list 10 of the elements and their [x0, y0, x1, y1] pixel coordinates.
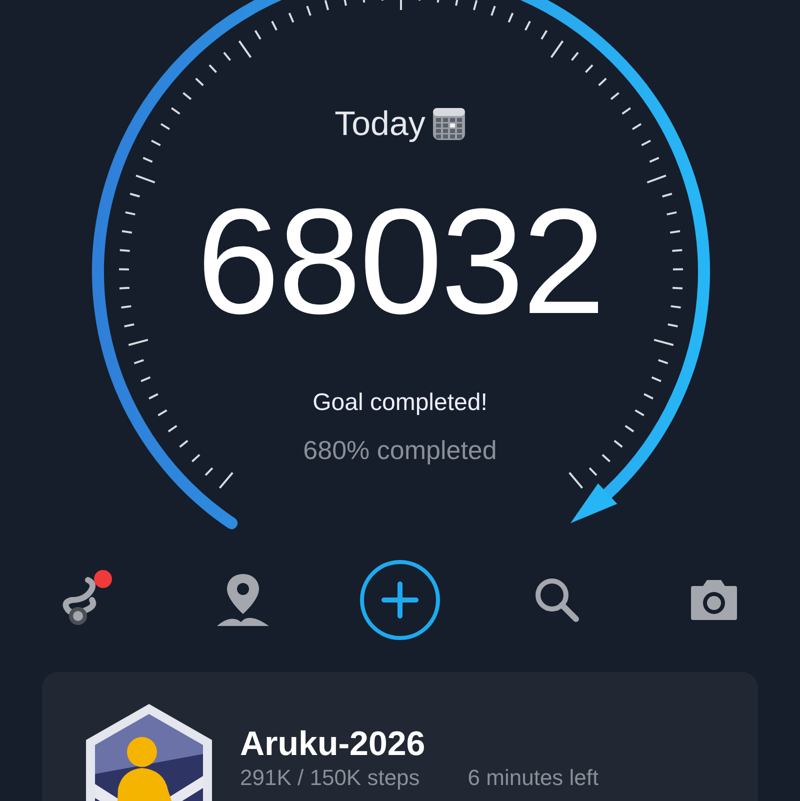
calendar-icon[interactable] [433, 108, 466, 140]
challenge-title: Aruku-2026 [240, 724, 426, 764]
time-left: 6 minutes left [468, 766, 599, 790]
date-label: Today [334, 104, 426, 145]
goal-message: Goal completed! [312, 388, 488, 418]
add-button[interactable] [358, 558, 442, 642]
camera-icon[interactable] [689, 578, 739, 622]
step-count: 68032 [195, 176, 605, 346]
ring-end-arrowhead [570, 483, 618, 524]
progress-text: 680% completed [302, 434, 498, 466]
